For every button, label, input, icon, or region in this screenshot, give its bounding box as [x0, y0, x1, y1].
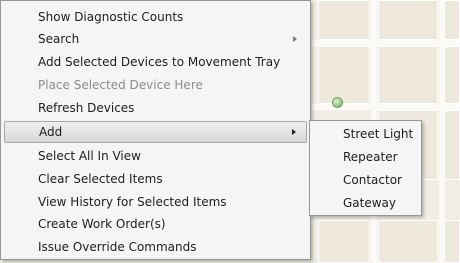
- submenu-item-label: Gateway: [343, 196, 397, 210]
- menu-item-show-diagnostic-counts[interactable]: Show Diagnostic Counts: [4, 6, 307, 28]
- submenu-arrow-icon: [292, 129, 296, 135]
- map-block: [444, 110, 460, 180]
- menu-item-view-history[interactable]: View History for Selected Items: [4, 191, 307, 213]
- menu-item-clear-selected[interactable]: Clear Selected Items: [4, 168, 307, 190]
- menu-item-create-work-order[interactable]: Create Work Order(s): [4, 213, 307, 235]
- submenu-item-label: Contactor: [343, 173, 402, 187]
- menu-item-label: Show Diagnostic Counts: [38, 10, 184, 24]
- submenu-item-label: Repeater: [343, 150, 398, 164]
- map-block: [444, 220, 460, 263]
- map-block: [318, 220, 370, 263]
- submenu-item-repeater[interactable]: Repeater: [313, 146, 418, 168]
- menu-item-label: Search: [38, 32, 80, 46]
- menu-item-search[interactable]: Search: [4, 28, 307, 50]
- map-block: [444, 0, 460, 40]
- menu-item-issue-override-commands[interactable]: Issue Override Commands: [4, 236, 307, 258]
- map-block: [378, 46, 438, 104]
- menu-item-label: Create Work Order(s): [38, 217, 166, 231]
- map-block: [378, 220, 438, 263]
- add-submenu: Street Light Repeater Contactor Gateway: [309, 120, 422, 216]
- menu-item-label: Clear Selected Items: [38, 172, 163, 186]
- menu-item-label: Add Selected Devices to Movement Tray: [38, 55, 281, 69]
- menu-item-label: Refresh Devices: [38, 101, 135, 115]
- menu-item-label: Select All In View: [38, 149, 141, 163]
- submenu-item-gateway[interactable]: Gateway: [313, 192, 418, 214]
- menu-item-label: View History for Selected Items: [38, 195, 227, 209]
- menu-item-label: Issue Override Commands: [38, 240, 197, 254]
- map-block: [318, 0, 370, 40]
- menu-item-select-all-in-view[interactable]: Select All In View: [4, 145, 307, 167]
- map-block: [378, 0, 438, 40]
- submenu-item-label: Street Light: [343, 127, 414, 141]
- menu-item-add-to-movement-tray[interactable]: Add Selected Devices to Movement Tray: [4, 51, 307, 73]
- menu-item-label: Add: [39, 125, 63, 139]
- map-block: [318, 46, 370, 104]
- submenu-arrow-icon: [293, 36, 297, 42]
- map-block: [444, 46, 460, 104]
- map-road: [312, 40, 460, 46]
- menu-item-add[interactable]: Add: [4, 121, 307, 143]
- menu-item-place-selected-device: Place Selected Device Here: [4, 74, 307, 96]
- device-marker-icon[interactable]: [332, 97, 343, 108]
- submenu-item-contactor[interactable]: Contactor: [313, 169, 418, 191]
- menu-item-label: Place Selected Device Here: [38, 78, 203, 92]
- submenu-item-street-light[interactable]: Street Light: [313, 123, 418, 145]
- menu-item-refresh-devices[interactable]: Refresh Devices: [4, 97, 307, 119]
- context-menu: Show Diagnostic Counts Search Add Select…: [0, 0, 311, 260]
